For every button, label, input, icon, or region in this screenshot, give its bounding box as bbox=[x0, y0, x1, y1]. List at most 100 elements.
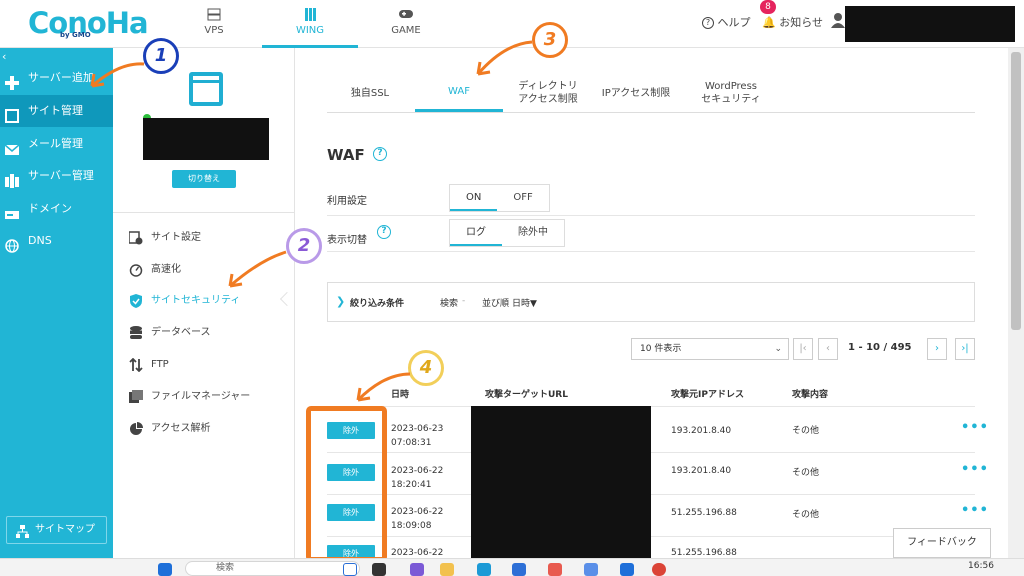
subnav-item-label: 高速化 bbox=[151, 264, 181, 275]
app-icon[interactable] bbox=[548, 563, 562, 576]
last-page-button[interactable]: ›| bbox=[955, 338, 975, 360]
sidebar-item-label: サイト管理 bbox=[28, 104, 83, 117]
nav-vps-label: VPS bbox=[204, 25, 224, 36]
row-divider bbox=[327, 452, 975, 453]
nav-wing[interactable]: WING bbox=[262, 0, 358, 48]
globe-icon bbox=[5, 234, 19, 253]
divider bbox=[327, 215, 975, 216]
app-icon[interactable] bbox=[620, 563, 634, 576]
table-row-date: 2023-06-22 18:20:41 bbox=[391, 466, 444, 490]
display-help-icon[interactable]: ? bbox=[377, 225, 391, 239]
shield-icon bbox=[129, 294, 143, 308]
windows-start-icon[interactable] bbox=[158, 563, 172, 576]
chat-icon[interactable] bbox=[410, 563, 424, 576]
file-explorer-icon[interactable] bbox=[440, 563, 454, 576]
filter-search[interactable]: 検索 bbox=[440, 296, 458, 309]
more-options-icon[interactable]: ••• bbox=[961, 503, 989, 518]
subnav-item-label: FTP bbox=[151, 359, 169, 370]
plus-icon bbox=[5, 71, 19, 90]
help-label: ヘルプ bbox=[717, 16, 751, 29]
table-row-type: その他 bbox=[792, 426, 820, 436]
user-name-redacted[interactable] bbox=[845, 6, 1015, 42]
notice-link[interactable]: 🔔 お知らせ bbox=[762, 14, 823, 30]
bell-icon: 🔔 bbox=[762, 16, 776, 29]
app-icon[interactable] bbox=[584, 563, 598, 576]
table-row-ip: 193.201.8.40 bbox=[671, 426, 732, 436]
taskbar-search[interactable]: 検索 bbox=[185, 561, 360, 576]
nav-game-label: GAME bbox=[391, 25, 421, 36]
server-icon bbox=[166, 8, 262, 22]
more-options-icon[interactable]: ••• bbox=[961, 420, 989, 435]
filter-sort[interactable]: 並び順 bbox=[482, 296, 509, 309]
subnav-item-database[interactable]: データベース bbox=[129, 321, 289, 345]
sidebar-item-mail[interactable]: メール管理 bbox=[0, 128, 113, 160]
subnav-item-ftp[interactable]: FTP bbox=[129, 353, 289, 377]
subnav-item-label: サイトセキュリティ bbox=[151, 295, 241, 306]
bing-icon[interactable] bbox=[343, 563, 357, 576]
question-icon: ? bbox=[702, 17, 714, 29]
sidebar-item-server-manage[interactable]: サーバー管理 bbox=[0, 160, 113, 192]
first-page-button[interactable]: |‹ bbox=[793, 338, 813, 360]
chevron-right-icon: ❯ bbox=[336, 295, 346, 308]
tab-ssl[interactable]: 独自SSL bbox=[327, 74, 413, 112]
filter-panel[interactable]: ❯ 絞り込み条件 検索 - 並び順 日時▼ bbox=[327, 282, 975, 322]
task-view-icon[interactable] bbox=[372, 563, 386, 576]
tab-ip-access[interactable]: IPアクセス制限 bbox=[593, 74, 679, 112]
site-icon bbox=[5, 104, 19, 123]
nav-game[interactable]: GAME bbox=[358, 0, 454, 48]
more-options-icon[interactable]: ••• bbox=[961, 462, 989, 477]
sidebar-item-site-manage[interactable]: サイト管理 bbox=[0, 95, 113, 127]
user-icon[interactable] bbox=[831, 12, 845, 28]
annotation-arrow-3 bbox=[476, 40, 533, 76]
scrollbar-thumb[interactable] bbox=[1011, 52, 1021, 330]
annotation-arrow-4 bbox=[356, 372, 411, 402]
sitemap-button[interactable]: サイトマップ bbox=[6, 516, 107, 544]
store-icon[interactable] bbox=[512, 563, 526, 576]
next-page-button[interactable]: › bbox=[927, 338, 947, 360]
subnav-item-file-manager[interactable]: ファイルマネージャー bbox=[129, 385, 289, 409]
main-content: 独自SSL WAF ディレクトリ アクセス制限 IPアクセス制限 WordPre… bbox=[295, 48, 1024, 558]
feedback-button[interactable]: フィードバック bbox=[893, 528, 991, 558]
page-info: 1 - 10 / 495 bbox=[848, 342, 912, 353]
divider bbox=[113, 212, 295, 213]
usage-off-option[interactable]: OFF bbox=[497, 185, 548, 211]
ftp-icon bbox=[129, 357, 143, 373]
per-page-select[interactable]: 10 件表示 ⌄ bbox=[631, 338, 789, 360]
notice-label: お知らせ bbox=[779, 16, 823, 29]
tab-wordpress-security[interactable]: WordPress セキュリティ bbox=[681, 74, 781, 112]
help-link[interactable]: ? ヘルプ bbox=[702, 14, 751, 30]
display-log-option[interactable]: ログ bbox=[450, 220, 502, 246]
nav-vps[interactable]: VPS bbox=[166, 0, 262, 48]
display-excluded-option[interactable]: 除外中 bbox=[502, 220, 564, 246]
page-to: 10 bbox=[866, 342, 881, 353]
sidebar-item-domain[interactable]: ドメイン bbox=[0, 193, 113, 225]
row-divider bbox=[327, 494, 975, 495]
annotation-highlight-frame bbox=[306, 406, 387, 562]
table-row-type: その他 bbox=[792, 468, 820, 478]
filter-sort-value[interactable]: 日時▼ bbox=[512, 296, 537, 309]
prev-page-button[interactable]: ‹ bbox=[818, 338, 838, 360]
usage-on-option[interactable]: ON bbox=[450, 185, 498, 211]
taskbar-search-placeholder: 検索 bbox=[216, 563, 235, 573]
table-row-type: その他 bbox=[792, 510, 820, 520]
filter-label: 絞り込み条件 bbox=[350, 299, 405, 309]
sidebar-item-dns[interactable]: DNS bbox=[0, 225, 113, 257]
table-row-ip: 193.201.8.40 bbox=[671, 466, 732, 476]
sitemap-label: サイトマップ bbox=[35, 524, 95, 535]
subnav-item-label: データベース bbox=[151, 327, 211, 338]
server-manage-icon bbox=[5, 169, 19, 188]
chrome-icon[interactable] bbox=[652, 563, 666, 576]
subnav-item-label: ファイルマネージャー bbox=[151, 391, 251, 402]
file-manager-icon bbox=[129, 390, 143, 404]
usage-label: 利用設定 bbox=[327, 196, 367, 207]
tab-divider bbox=[327, 112, 975, 113]
site-subnav: 切り替え サイト設定 高速化 サイトセキュリティ データベース FTP ファイル… bbox=[113, 48, 295, 558]
row-divider bbox=[327, 536, 975, 537]
column-header-type: 攻撃内容 bbox=[792, 390, 829, 400]
help-question-icon[interactable]: ? bbox=[373, 147, 387, 161]
table-row-ip: 51.255.196.88 bbox=[671, 508, 737, 518]
switch-site-button[interactable]: 切り替え bbox=[172, 170, 236, 188]
sidebar-item-label: DNS bbox=[28, 234, 52, 247]
subnav-item-access-analysis[interactable]: アクセス解析 bbox=[129, 417, 289, 441]
edge-icon[interactable] bbox=[477, 563, 491, 576]
